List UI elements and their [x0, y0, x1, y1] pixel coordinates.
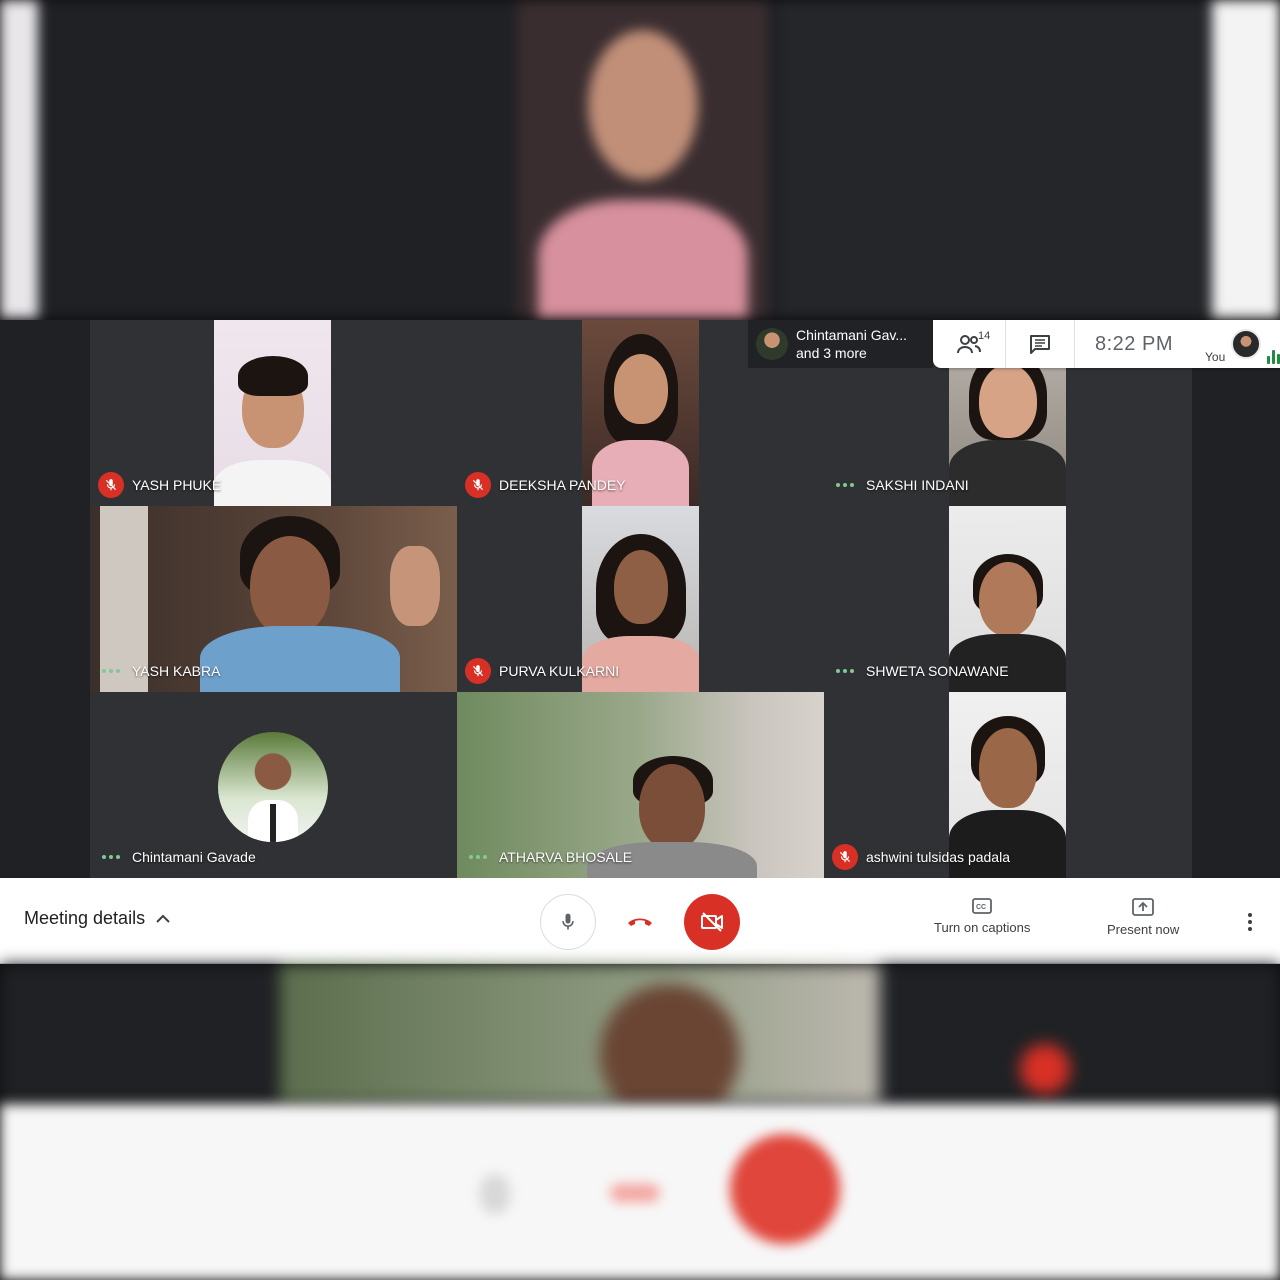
meeting-info-card: 14 8:22 PM You: [933, 320, 1280, 368]
chat-button[interactable]: [1005, 320, 1075, 368]
meeting-details-button[interactable]: Meeting details: [24, 908, 171, 929]
participant-name: DEEKSHA PANDEY: [499, 477, 626, 493]
mic-off-icon: [98, 472, 124, 498]
participant-label: ashwini tulsidas padala: [832, 844, 1010, 870]
people-count: 14: [978, 330, 991, 342]
you-label: You: [1205, 350, 1226, 364]
avatar: [756, 328, 788, 360]
participant-label: DEEKSHA PANDEY: [465, 472, 626, 498]
svg-text:CC: CC: [976, 904, 986, 911]
more-options-button[interactable]: [1236, 908, 1264, 936]
meeting-clock: 8:22 PM: [1095, 332, 1173, 355]
speaking-indicator-icon: [832, 472, 858, 498]
participant-name: ATHARVA BHOSALE: [499, 849, 633, 865]
audio-level-icon: [1267, 350, 1280, 364]
captions-icon: CC: [972, 898, 993, 914]
participant-name: YASH PHUKE: [132, 477, 222, 493]
participant-label: Chintamani Gavade: [98, 844, 256, 870]
chevron-up-icon: [156, 914, 170, 923]
chip-name: Chintamani Gav...: [796, 327, 908, 343]
captions-button[interactable]: CC Turn on captions: [934, 898, 1030, 935]
camera-button[interactable]: [684, 894, 740, 950]
blurred-background-top: [0, 0, 1280, 318]
participant-name: PURVA KULKARNI: [499, 663, 620, 679]
mic-off-icon: [465, 472, 491, 498]
participant-label: YASH KABRA: [98, 658, 220, 684]
participant-label: PURVA KULKARNI: [465, 658, 619, 684]
mic-off-icon: [465, 658, 491, 684]
participant-name: SAKSHI INDANI: [866, 477, 969, 493]
participant-label: ATHARVA BHOSALE: [465, 844, 632, 870]
more-vert-icon: [1248, 913, 1252, 917]
participant-name: ashwini tulsidas padala: [866, 849, 1010, 865]
captions-label: Turn on captions: [934, 920, 1031, 935]
screenshot-root: YASH PHUKE DEEKSHA PANDEY SAKSHI INDANI …: [0, 0, 1280, 1280]
participant-name: Chintamani Gavade: [132, 849, 256, 865]
speaking-indicator-icon: [98, 658, 124, 684]
self-avatar: [1231, 329, 1261, 359]
participant-tile-ashwini-tulsidas-padala[interactable]: ashwini tulsidas padala: [824, 692, 1192, 878]
participant-video: [214, 320, 331, 506]
meeting-stage: YASH PHUKE DEEKSHA PANDEY SAKSHI INDANI …: [0, 320, 1280, 878]
participant-tile-atharva-bhosale[interactable]: ATHARVA BHOSALE: [457, 692, 824, 878]
control-bar: Meeting details CC Turn on captions Pres…: [0, 878, 1280, 964]
microphone-icon: [562, 913, 574, 930]
participant-tile-yash-kabra[interactable]: YASH KABRA: [90, 506, 457, 692]
camera-off-icon: [701, 912, 723, 932]
participant-grid: YASH PHUKE DEEKSHA PANDEY SAKSHI INDANI …: [90, 320, 1192, 878]
leave-call-button[interactable]: [612, 894, 668, 950]
participant-label: SHWETA SONAWANE: [832, 658, 1009, 684]
blurred-control-bar: [0, 1104, 1280, 1280]
participant-name: SHWETA SONAWANE: [866, 663, 1009, 679]
participant-tile-chintamani-gavade[interactable]: Chintamani Gavade: [90, 692, 457, 878]
chip-more: and 3 more: [796, 345, 867, 361]
present-label: Present now: [1107, 922, 1180, 937]
participant-avatar: [218, 732, 328, 842]
speaking-indicator-icon: [832, 658, 858, 684]
present-screen-icon: [1132, 898, 1155, 916]
participant-name: YASH KABRA: [132, 663, 221, 679]
participant-tile-yash-phuke[interactable]: YASH PHUKE: [90, 320, 457, 506]
blurred-background-bottom: [0, 964, 1280, 1104]
speaking-indicator-icon: [465, 844, 491, 870]
chat-icon: [1030, 335, 1050, 354]
participant-tile-shweta-sonawane[interactable]: SHWETA SONAWANE: [824, 506, 1192, 692]
meeting-details-label: Meeting details: [24, 908, 146, 928]
hang-up-icon: [628, 918, 652, 926]
participant-tile-purva-kulkarni[interactable]: PURVA KULKARNI: [457, 506, 824, 692]
participant-label: YASH PHUKE: [98, 472, 221, 498]
speaking-indicator-icon: [98, 844, 124, 870]
mic-off-icon: [832, 844, 858, 870]
participant-label: SAKSHI INDANI: [832, 472, 969, 498]
self-view[interactable]: You: [1193, 320, 1280, 368]
pinned-participants-chip[interactable]: Chintamani Gav... and 3 more: [748, 320, 933, 368]
show-everyone-button[interactable]: 14: [933, 320, 1005, 368]
microphone-button[interactable]: [540, 894, 596, 950]
present-now-button[interactable]: Present now: [1107, 898, 1179, 937]
